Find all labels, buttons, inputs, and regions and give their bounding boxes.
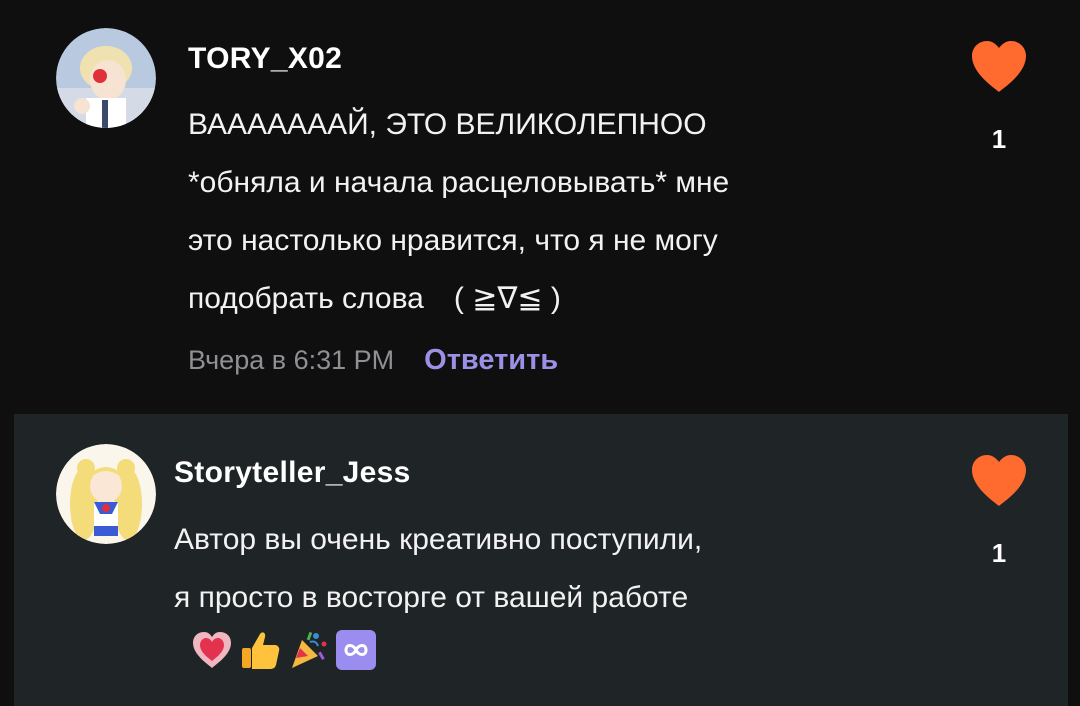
timestamp: Вчера в 6:31 PM — [188, 345, 395, 375]
comment-line: я просто в восторге от вашей работе — [174, 581, 689, 614]
like-count: 1 — [991, 538, 1007, 568]
comment-text: ВАААААААЙ, ЭТО ВЕЛИКОЛЕПНОО *обняла и на… — [188, 96, 908, 328]
comment-item: TORY_X02 ВАААААААЙ, ЭТО ВЕЛИКОЛЕПНОО *об… — [0, 0, 1080, 414]
emoji-row — [190, 628, 378, 672]
comment-line: подобрать слова ( ≧∇≦ ) — [188, 282, 561, 315]
avatar[interactable] — [56, 444, 156, 544]
avatar[interactable] — [56, 28, 156, 128]
heart-emoji-icon — [190, 628, 234, 672]
comment-line: это настолько нравится, что я не могу — [188, 224, 718, 257]
comment-meta: Вчера в 6:31 PM Ответить — [188, 344, 558, 377]
comment-line: ВАААААААЙ, ЭТО ВЕЛИКОЛЕПНОО — [188, 108, 707, 141]
username[interactable]: Storyteller_Jess — [174, 456, 411, 490]
comments-page: TORY_X02 ВАААААААЙ, ЭТО ВЕЛИКОЛЕПНОО *об… — [0, 0, 1080, 706]
comment-line: *обняла и начала расцеловывать* мне — [188, 166, 730, 199]
like-button[interactable]: 1 — [964, 452, 1034, 569]
party-popper-icon — [286, 628, 330, 672]
comment-item-highlighted: Storyteller_Jess Автор вы очень креативн… — [14, 414, 1068, 706]
username[interactable]: TORY_X02 — [188, 42, 342, 76]
heart-icon — [964, 452, 1034, 508]
like-count: 1 — [991, 124, 1007, 154]
heart-icon — [964, 38, 1034, 94]
reply-button[interactable]: Ответить — [424, 344, 558, 377]
like-button[interactable]: 1 — [964, 38, 1034, 155]
infinity-icon — [334, 628, 378, 672]
comment-line: Автор вы очень креативно поступили, — [174, 523, 703, 556]
thumbs-up-icon — [238, 628, 282, 672]
comment-text: Автор вы очень креативно поступили, я пр… — [174, 511, 894, 627]
